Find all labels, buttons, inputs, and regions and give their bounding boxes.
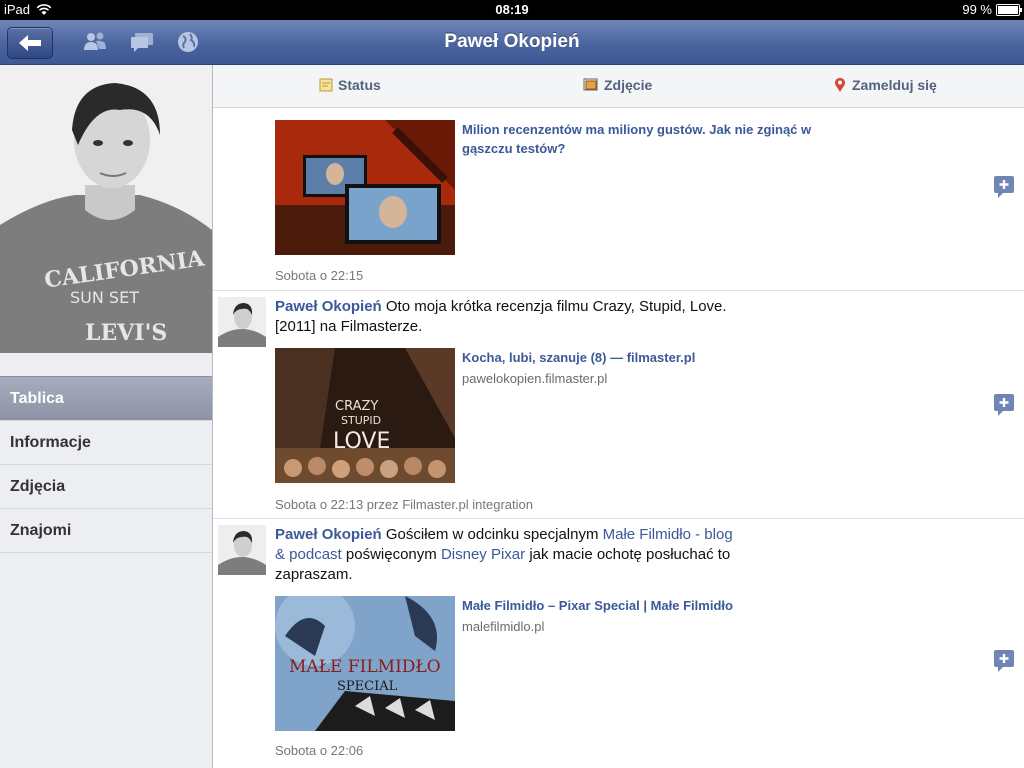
composer-bar: Status Zdjęcie Zamelduj się: [213, 65, 1024, 108]
sidebar-item-informacje[interactable]: Informacje: [0, 421, 212, 465]
avatar[interactable]: [218, 297, 266, 347]
link-title[interactable]: Kocha, lubi, szanuje (8) — filmaster.pl: [462, 348, 842, 367]
profile-photo[interactable]: CALIFORNIA SUN SET LEVI'S: [0, 65, 212, 353]
add-comment-icon[interactable]: [994, 650, 1014, 672]
sidebar-item-label: Tablica: [10, 390, 64, 407]
sidebar-menu: Tablica Informacje Zdjęcia Znajomi: [0, 376, 212, 553]
back-arrow-icon: [19, 35, 41, 51]
post-body: Gościłem w odcinku specjalnym: [385, 526, 599, 543]
messages-icon[interactable]: [129, 30, 155, 54]
battery-percent: 99 %: [962, 2, 992, 17]
post-timestamp: Sobota o 22:13 przez Filmaster.pl integr…: [275, 497, 533, 512]
photo-button[interactable]: Zdjęcie: [583, 77, 652, 93]
link-thumbnail[interactable]: [275, 120, 455, 255]
link-thumbnail[interactable]: CRAZY STUPID LOVE: [275, 348, 455, 483]
checkin-button[interactable]: Zamelduj się: [833, 77, 937, 93]
svg-text:SUN SET: SUN SET: [70, 288, 139, 307]
thumbnail-caption: SPECIAL: [337, 679, 398, 694]
post-timestamp: Sobota o 22:15: [275, 268, 364, 283]
link-domain: malefilmidlo.pl: [462, 619, 545, 634]
back-button[interactable]: [7, 27, 53, 59]
post-body: poświęconym: [345, 546, 437, 563]
thumbnail-caption: CRAZY: [335, 399, 378, 414]
thumbnail-caption: LOVE: [333, 429, 390, 454]
sidebar-item-tablica[interactable]: Tablica: [0, 376, 212, 421]
clock: 08:19: [495, 2, 529, 17]
post-link-disney-pixar[interactable]: Disney Pixar: [441, 546, 525, 563]
status-bar: iPad 08:19 99 %: [0, 0, 1024, 20]
link-title[interactable]: Milion recenzentów ma miliony gustów. Ja…: [462, 120, 842, 158]
link-title[interactable]: Małe Filmidło – Pixar Special | Małe Fil…: [462, 596, 842, 615]
feed-post: Paweł Okopień Oto moja krótka recenzja f…: [213, 291, 1024, 519]
link-thumbnail[interactable]: MAŁE FILMIDŁO SPECIAL: [275, 596, 455, 731]
battery-group: 99 %: [962, 2, 1022, 17]
link-domain: pawelokopien.filmaster.pl: [462, 371, 608, 386]
nav-bar: Paweł Okopień: [0, 20, 1024, 65]
globe-icon[interactable]: [175, 30, 201, 54]
sidebar: CALIFORNIA SUN SET LEVI'S Tablica Inform…: [0, 65, 213, 768]
sidebar-item-label: Zdjęcia: [10, 478, 66, 495]
status-button[interactable]: Status: [319, 77, 381, 93]
post-timestamp: Sobota o 22:06: [275, 743, 364, 758]
add-comment-icon[interactable]: [994, 394, 1014, 416]
sidebar-item-label: Znajomi: [10, 522, 72, 539]
post-text: Paweł Okopień Oto moja krótka recenzja f…: [275, 297, 745, 337]
avatar[interactable]: [218, 525, 266, 575]
friends-icon[interactable]: [82, 30, 108, 54]
photo-icon: [583, 78, 598, 91]
status-icon: [319, 78, 333, 92]
post-author[interactable]: Paweł Okopień: [275, 526, 382, 543]
post-author[interactable]: Paweł Okopień: [275, 298, 382, 315]
feed-post: Milion recenzentów ma miliony gustów. Ja…: [213, 108, 1024, 291]
sidebar-item-zdjecia[interactable]: Zdjęcia: [0, 465, 212, 509]
location-pin-icon: [835, 77, 845, 92]
post-text: Paweł Okopień Gościłem w odcinku specjal…: [275, 525, 745, 585]
sidebar-item-label: Informacje: [10, 434, 91, 451]
news-feed: Milion recenzentów ma miliony gustów. Ja…: [213, 108, 1024, 768]
sidebar-item-znajomi[interactable]: Znajomi: [0, 509, 212, 553]
thumbnail-caption: MAŁE FILMIDŁO: [289, 657, 441, 677]
battery-icon: [996, 3, 1022, 16]
svg-text:LEVI'S: LEVI'S: [85, 320, 167, 346]
add-comment-icon[interactable]: [994, 176, 1014, 198]
thumbnail-caption: STUPID: [341, 414, 381, 427]
feed-post: Paweł Okopień Gościłem w odcinku specjal…: [213, 519, 1024, 768]
